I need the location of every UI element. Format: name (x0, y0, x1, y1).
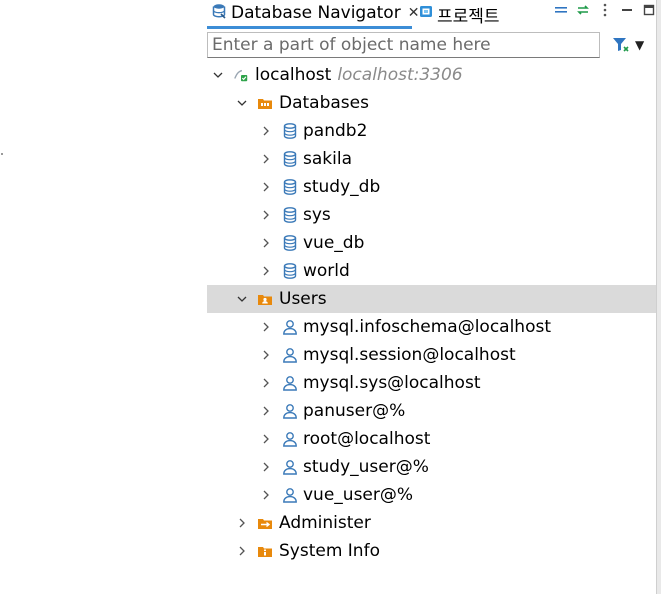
database-icon (282, 151, 298, 167)
tree-node-user-label: root@localhost (303, 429, 431, 449)
tree-node-connection[interactable]: localhost localhost:3306 (207, 61, 656, 89)
editor-area (0, 0, 205, 594)
user-icon (282, 431, 298, 447)
databases-folder-icon (257, 95, 273, 111)
user-icon (282, 487, 298, 503)
window-edge (656, 0, 661, 594)
chevron-down-icon[interactable] (235, 292, 249, 306)
chevron-right-icon[interactable] (259, 236, 273, 250)
tree-node-user[interactable]: vue_user@% (207, 481, 656, 509)
tree-node-database-label: vue_db (303, 233, 365, 253)
maximize-icon[interactable] (642, 3, 656, 17)
close-icon[interactable]: ✕ (408, 5, 420, 21)
tree-node-user[interactable]: study_user@% (207, 453, 656, 481)
tree-node-system-info[interactable]: System Info (207, 537, 656, 565)
connection-label: localhost localhost:3306 (255, 65, 463, 85)
filter-dropdown-icon[interactable]: ▼ (635, 38, 644, 52)
database-navigator-panel: Database Navigator ✕ 프로젝트 Enter a part o… (207, 0, 656, 594)
users-label: Users (279, 289, 327, 309)
chevron-right-icon[interactable] (259, 124, 273, 138)
chevron-right-icon[interactable] (259, 488, 273, 502)
chevron-down-icon[interactable] (211, 68, 225, 82)
system-info-folder-icon (257, 543, 273, 559)
tree-node-user[interactable]: mysql.session@localhost (207, 341, 656, 369)
tree-node-databases[interactable]: Databases (207, 89, 656, 117)
chevron-right-icon[interactable] (259, 460, 273, 474)
database-list: pandb2 sakila study_dbsys vue_dbworld (207, 117, 656, 285)
tree-node-database-label: study_db (303, 177, 381, 197)
tree-node-database[interactable]: sys (207, 201, 656, 229)
chevron-right-icon[interactable] (259, 376, 273, 390)
administer-folder-icon (257, 515, 273, 531)
database-icon (282, 123, 298, 139)
navigator-tree: localhost localhost:3306 Databases pandb2… (207, 61, 656, 565)
database-icon (282, 179, 298, 195)
chevron-right-icon[interactable] (259, 348, 273, 362)
database-icon (282, 235, 298, 251)
chevron-right-icon[interactable] (259, 180, 273, 194)
tree-node-user[interactable]: mysql.infoschema@localhost (207, 313, 656, 341)
collapse-all-icon[interactable] (554, 3, 568, 17)
tab-project-label: 프로젝트 (437, 6, 500, 27)
chevron-right-icon[interactable] (235, 544, 249, 558)
tree-node-user[interactable]: panuser@% (207, 397, 656, 425)
tree-node-user-label: mysql.sys@localhost (303, 373, 481, 393)
tree-node-database[interactable]: study_db (207, 173, 656, 201)
chevron-right-icon[interactable] (259, 208, 273, 222)
chevron-down-icon[interactable] (235, 96, 249, 110)
chevron-right-icon[interactable] (259, 404, 273, 418)
tab-database-navigator[interactable]: Database Navigator ✕ (207, 0, 419, 29)
tree-node-user[interactable]: root@localhost (207, 425, 656, 453)
tree-node-user-label: panuser@% (303, 401, 406, 421)
view-toolbar (554, 2, 656, 18)
tree-node-user-label: mysql.session@localhost (303, 345, 516, 365)
chevron-right-icon[interactable] (235, 516, 249, 530)
chevron-right-icon[interactable] (259, 152, 273, 166)
chevron-right-icon[interactable] (259, 320, 273, 334)
tree-node-database-label: sakila (303, 149, 352, 169)
tree-node-database[interactable]: world (207, 257, 656, 285)
user-list: mysql.infoschema@localhost mysql.session@… (207, 313, 656, 509)
connection-detail: localhost:3306 (337, 65, 463, 85)
tree-node-database-label: world (303, 261, 350, 281)
tree-node-database[interactable]: sakila (207, 145, 656, 173)
tree-node-user-label: study_user@% (303, 457, 429, 477)
user-icon (282, 347, 298, 363)
tab-bar: Database Navigator ✕ 프로젝트 (207, 0, 656, 29)
user-icon (282, 459, 298, 475)
databases-label: Databases (279, 93, 369, 113)
tree-node-database[interactable]: vue_db (207, 229, 656, 257)
view-menu-icon[interactable] (598, 3, 612, 17)
user-icon (282, 375, 298, 391)
project-icon (419, 4, 434, 24)
minimize-icon[interactable] (620, 3, 634, 17)
search-input[interactable] (207, 32, 600, 58)
mysql-connection-icon (233, 67, 249, 83)
database-navigator-icon (212, 3, 227, 24)
filter-row: ▼ (207, 32, 656, 60)
stray-dot (1, 153, 3, 155)
tree-node-database-label: sys (303, 205, 331, 225)
user-icon (282, 403, 298, 419)
user-icon (282, 319, 298, 335)
tab-database-navigator-label: Database Navigator (231, 3, 401, 23)
tree-node-database-label: pandb2 (303, 121, 368, 141)
tree-node-user-label: vue_user@% (303, 485, 414, 505)
tree-node-administer[interactable]: Administer (207, 509, 656, 537)
filter-icon[interactable] (611, 35, 631, 55)
tree-node-users[interactable]: Users (207, 285, 656, 313)
tree-node-database[interactable]: pandb2 (207, 117, 656, 145)
users-folder-icon (257, 291, 273, 307)
link-with-editor-icon[interactable] (576, 3, 590, 17)
connection-name: localhost (255, 65, 332, 85)
chevron-right-icon[interactable] (259, 264, 273, 278)
tree-node-user-label: mysql.infoschema@localhost (303, 317, 552, 337)
system-info-label: System Info (279, 541, 380, 561)
tree-node-user[interactable]: mysql.sys@localhost (207, 369, 656, 397)
chevron-right-icon[interactable] (259, 432, 273, 446)
database-icon (282, 263, 298, 279)
administer-label: Administer (279, 513, 371, 533)
database-icon (282, 207, 298, 223)
tab-project[interactable]: 프로젝트 (419, 0, 500, 28)
